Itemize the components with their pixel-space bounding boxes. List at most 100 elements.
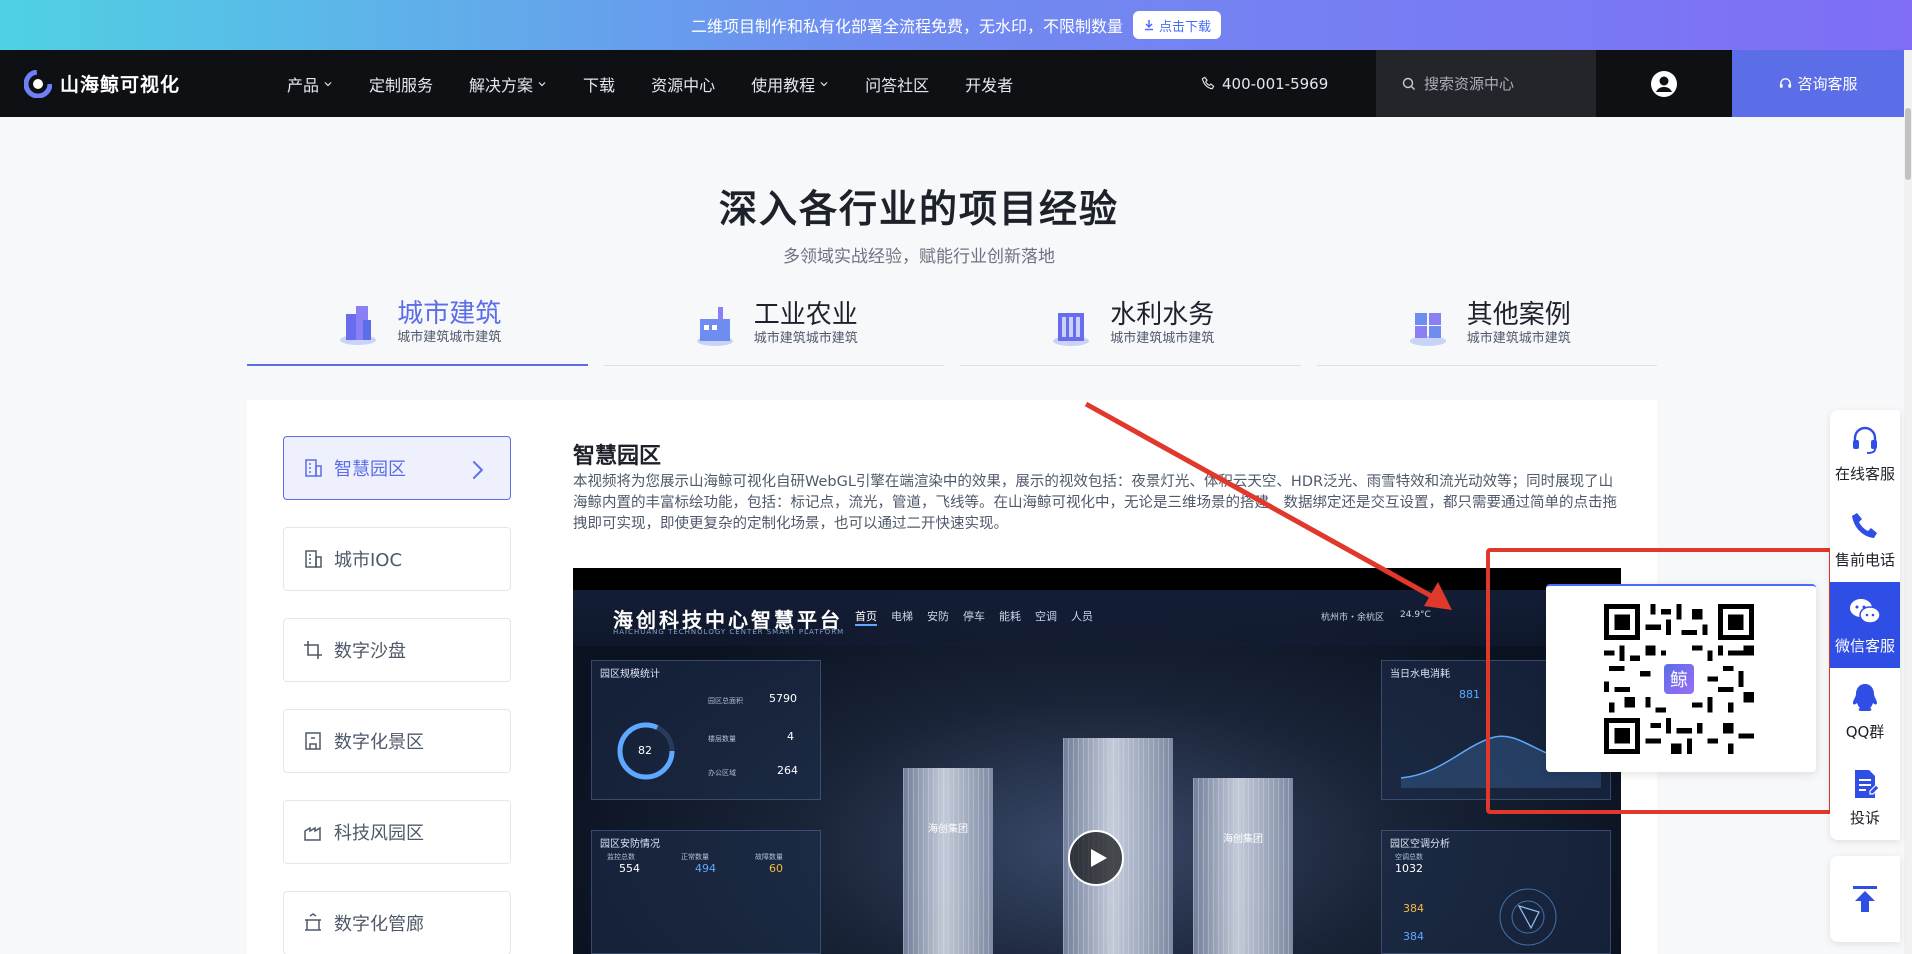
- chevron-down-icon: [538, 81, 546, 86]
- search-box: [1376, 50, 1596, 117]
- menu-item-label: 定制服务: [369, 75, 434, 95]
- brand-name: 山海鲸可视化: [60, 74, 181, 96]
- sidebar-item-label: 城市IOC: [334, 550, 403, 571]
- sidebar-item-tech-park[interactable]: 科技风园区: [283, 800, 511, 864]
- category-name: 工业农业: [753, 299, 858, 330]
- float-item-label: 在线客服: [1834, 464, 1895, 483]
- menu-item-solutions[interactable]: 解决方案: [451, 72, 565, 96]
- menu-item-qa-community[interactable]: 问答社区: [847, 72, 947, 96]
- water-facility-icon: [1053, 312, 1090, 346]
- video-tab: 电梯: [891, 610, 913, 623]
- video-tab: 停车: [963, 610, 985, 623]
- video-building: [1193, 778, 1293, 954]
- consult-button-label: 咨询客服: [1797, 75, 1858, 93]
- main-menu: 产品 定制服务 解决方案 下载 资源中心 使用教程 问答社区 开发者: [269, 72, 1031, 96]
- video-panel-title: 当日水电消耗: [1390, 669, 1450, 680]
- category-name: 城市建筑: [397, 299, 502, 329]
- menu-item-label: 产品: [287, 75, 320, 95]
- stat-label: 空调总数: [1395, 853, 1423, 861]
- stat-value: 4: [787, 730, 794, 743]
- section-title: 深入各行业的项目经验: [718, 187, 1119, 231]
- video-building: [903, 768, 993, 954]
- video-tab: 首页: [855, 608, 877, 626]
- search-input[interactable]: [1424, 74, 1574, 93]
- scrollbar-thumb[interactable]: [1905, 108, 1911, 180]
- download-button[interactable]: 点击下载: [1133, 11, 1222, 39]
- case-video[interactable]: 海创科技中心智慧平台 HAICHUANG TECHNOLOGY CENTER S…: [573, 568, 1621, 954]
- float-presales-phone[interactable]: 售前电话: [1830, 496, 1900, 582]
- stat-label: 楼层数量: [708, 735, 736, 743]
- stat-label: 监控总数: [607, 853, 635, 861]
- wechat-icon: [1850, 598, 1881, 624]
- sidebar-item-smart-park[interactable]: 智慧园区: [283, 436, 511, 500]
- download-icon: [1145, 20, 1153, 31]
- top-nav: 山海鲸可视化 产品 定制服务 解决方案 下载 资源中心 使用教程 问答社区 开发…: [0, 50, 1904, 117]
- tab-industry-agriculture[interactable]: 工业农业 城市建筑城市建筑: [603, 292, 944, 366]
- category-desc: 城市建筑城市建筑: [1466, 330, 1571, 346]
- tab-other-cases[interactable]: 其他案例 城市建筑城市建筑: [1316, 292, 1657, 366]
- category-desc: 城市建筑城市建筑: [753, 330, 858, 346]
- stat-value: 384: [1403, 902, 1424, 915]
- back-to-top-button[interactable]: [1830, 856, 1900, 942]
- video-tab: 空调: [1035, 610, 1057, 623]
- building-icon: [305, 459, 322, 477]
- occupancy-value: 82: [638, 744, 652, 757]
- phone-icon: [1201, 76, 1215, 90]
- sidebar-item-city-ioc[interactable]: 城市IOC: [283, 527, 511, 591]
- menu-item-product[interactable]: 产品: [269, 72, 351, 96]
- whale-logo-icon: [24, 69, 52, 98]
- play-icon: [1091, 849, 1107, 867]
- section-subtitle: 多领域实战经验，赋能行业创新落地: [783, 247, 1055, 267]
- water-value: 881: [1459, 688, 1480, 701]
- float-complaint[interactable]: 投诉: [1830, 754, 1900, 840]
- menu-item-label: 下载: [583, 75, 616, 95]
- pipe-icon: [305, 913, 321, 931]
- user-account[interactable]: [1596, 70, 1732, 98]
- sidebar-item-label: 数字沙盘: [334, 641, 406, 662]
- video-panel-title: 园区空调分析: [1390, 839, 1450, 850]
- promo-text: 二维项目制作和私有化部署全流程免费，无水印，不限制数量: [690, 17, 1123, 36]
- stat-label: 办公区域: [708, 769, 736, 777]
- arrow-up-icon: [1853, 886, 1877, 912]
- city-icon: [305, 550, 322, 568]
- search-icon: [1402, 77, 1415, 90]
- sidebar-item-digital-pipe-gallery[interactable]: 数字化管廊: [283, 891, 511, 954]
- sidebar-item-digital-scenic[interactable]: 数字化景区: [283, 709, 511, 773]
- tab-water-affairs[interactable]: 水利水务 城市建筑城市建筑: [960, 292, 1301, 366]
- qq-icon: [1853, 683, 1877, 711]
- video-tab: 安防: [927, 610, 949, 623]
- phone-icon: [1852, 512, 1877, 538]
- menu-item-resources[interactable]: 资源中心: [633, 72, 733, 96]
- menu-item-tutorials[interactable]: 使用教程: [733, 72, 847, 96]
- category-name: 其他案例: [1466, 299, 1571, 330]
- chevron-down-icon: [820, 81, 828, 86]
- menu-item-download[interactable]: 下载: [565, 72, 633, 96]
- stat-value: 264: [777, 764, 798, 777]
- category-name: 水利水务: [1110, 299, 1215, 330]
- stat-value: 5790: [769, 692, 797, 705]
- qr-center-logo: 鲸: [1662, 662, 1696, 696]
- sidebar-item-digital-sandbox[interactable]: 数字沙盘: [283, 618, 511, 682]
- float-item-label: 投诉: [1849, 808, 1880, 827]
- menu-item-developers[interactable]: 开发者: [947, 72, 1031, 96]
- video-play-button[interactable]: [1068, 830, 1124, 886]
- city-building-icon: [340, 306, 377, 345]
- sidebar-item-label: 科技风园区: [334, 823, 424, 844]
- consult-button[interactable]: 咨询客服: [1732, 50, 1904, 117]
- page-scrollbar[interactable]: [1904, 50, 1912, 954]
- stat-value: 384: [1403, 930, 1424, 943]
- scenic-icon: [305, 732, 321, 750]
- tab-city-building[interactable]: 城市建筑 城市建筑城市建筑: [247, 292, 588, 366]
- float-qq-group[interactable]: QQ群: [1830, 668, 1900, 754]
- menu-item-label: 问答社区: [865, 75, 930, 95]
- float-online-service[interactable]: 在线客服: [1830, 410, 1900, 496]
- stat-value: 494: [695, 862, 716, 875]
- phone-number[interactable]: 400-001-5969: [1201, 75, 1346, 93]
- factory-icon: [304, 826, 321, 841]
- factory-icon: [696, 306, 733, 346]
- menu-item-custom-service[interactable]: 定制服务: [351, 72, 451, 96]
- float-wechat-service[interactable]: 微信客服: [1830, 582, 1900, 668]
- brand-logo[interactable]: 山海鲸可视化: [24, 69, 224, 98]
- building-sign: 海创集团: [1223, 834, 1263, 845]
- stat-value: 60: [769, 862, 783, 875]
